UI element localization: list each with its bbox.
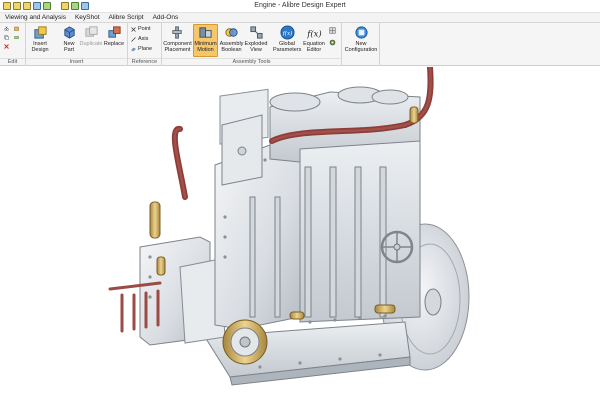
assembly-tools-group-label: Assembly Tools [162,58,341,65]
tab-alibre-script[interactable]: Alibre Script [109,14,144,21]
exploded-view-button[interactable]: Exploded View [244,25,268,53]
component-placement-icon [172,26,182,39]
svg-text:f(x): f(x) [307,28,322,38]
insert-group: Insert Design New Part Duplicate Replace [26,23,128,66]
duplicate-label: Duplicate [79,41,103,47]
cut-button[interactable] [4,26,9,31]
grid-icon [329,27,336,34]
ribbon: Edit Insert Design New Part Duplicate Re… [0,23,600,66]
gear-icon [329,39,336,46]
global-parameters-button[interactable]: f(x) Global Parameters [273,25,301,53]
delete-icon [4,44,9,49]
handwheel[interactable] [380,230,414,264]
configuration-options-button[interactable] [329,27,336,34]
configuration-group: New Configuration [342,23,380,66]
assembly-boolean-icon [225,28,238,37]
tab-keyshot[interactable]: KeyShot [75,14,100,21]
global-parameters-icon: f(x) [279,25,295,40]
insert-group-label: Insert [26,58,127,65]
insert-design-button[interactable]: Insert Design [29,25,51,53]
minimum-motion-label-2: Motion [197,47,214,53]
axis-label: Axis [138,36,149,42]
duplicate-button[interactable]: Duplicate [78,25,104,47]
delete-button[interactable] [4,44,9,49]
axis-icon [131,36,136,42]
replace-button[interactable]: Replace [103,25,125,47]
title-bar: Engine - Alibre Design Expert [0,0,600,13]
equation-editor-icon: f(x) [307,28,322,38]
plane-button[interactable]: Plane [131,46,152,52]
copy-button[interactable] [4,35,9,40]
equation-editor-button[interactable]: f(x) Equation Editor [302,25,326,53]
replace-icon [107,26,121,38]
point-icon [131,26,136,32]
edit-group-label: Edit [0,58,25,65]
ribbon-tabs: Viewing and Analysis KeyShot Alibre Scri… [0,13,600,23]
duplicate-icon [84,26,98,37]
assembly-boolean-label-2: Boolean [221,47,242,53]
point-label: Point [138,26,151,32]
new-configuration-icon [354,26,368,39]
tab-add-ons[interactable]: Add-Ons [153,14,179,21]
3d-viewport[interactable] [0,67,600,400]
tab-viewing-and-analysis[interactable]: Viewing and Analysis [5,14,66,21]
exploded-view-label-2: View [250,47,262,53]
window-title: Engine - Alibre Design Expert [254,2,346,9]
equation-editor-label-2: Editor [306,47,322,53]
plane-icon [131,47,136,51]
paste-button[interactable] [14,26,19,31]
edit-group: Edit [0,23,26,66]
configuration-settings-button[interactable] [329,39,336,46]
reference-group: Point Axis Plane Reference [128,23,162,66]
assembly-tools-group: Component Placement Minimum Motion Assem… [162,23,342,66]
rename-button[interactable] [14,35,19,40]
rename-icon [14,36,19,39]
copy-icon [4,35,9,40]
replace-label: Replace [103,41,125,47]
component-placement-button[interactable]: Component Placement [162,25,193,53]
insert-design-icon [33,26,47,39]
new-part-button[interactable]: New Part [60,25,78,53]
new-part-label-2: Part [63,47,75,53]
global-parameters-label-2: Parameters [273,47,302,53]
exploded-view-icon [249,26,263,39]
minimum-motion-icon [199,27,212,38]
insert-design-label-2: Design [31,47,49,53]
paste-icon [14,26,19,31]
scissors-icon [4,26,9,31]
svg-text:f(x): f(x) [281,30,292,37]
reference-group-label: Reference [128,58,161,65]
brass-fitting[interactable] [149,201,161,239]
minimum-motion-button[interactable]: Minimum Motion [193,24,218,57]
crank-gear[interactable] [222,319,268,365]
plane-label: Plane [138,46,153,52]
point-button[interactable]: Point [131,26,151,32]
new-configuration-button[interactable]: New Configuration [344,25,378,53]
component-placement-label-2: Placement [164,47,191,53]
new-part-icon [63,26,75,39]
engine-model[interactable] [0,67,600,400]
assembly-boolean-button[interactable]: Assembly Boolean [219,25,244,53]
axis-button[interactable]: Axis [131,36,148,42]
new-configuration-label-2: Configuration [344,47,378,53]
